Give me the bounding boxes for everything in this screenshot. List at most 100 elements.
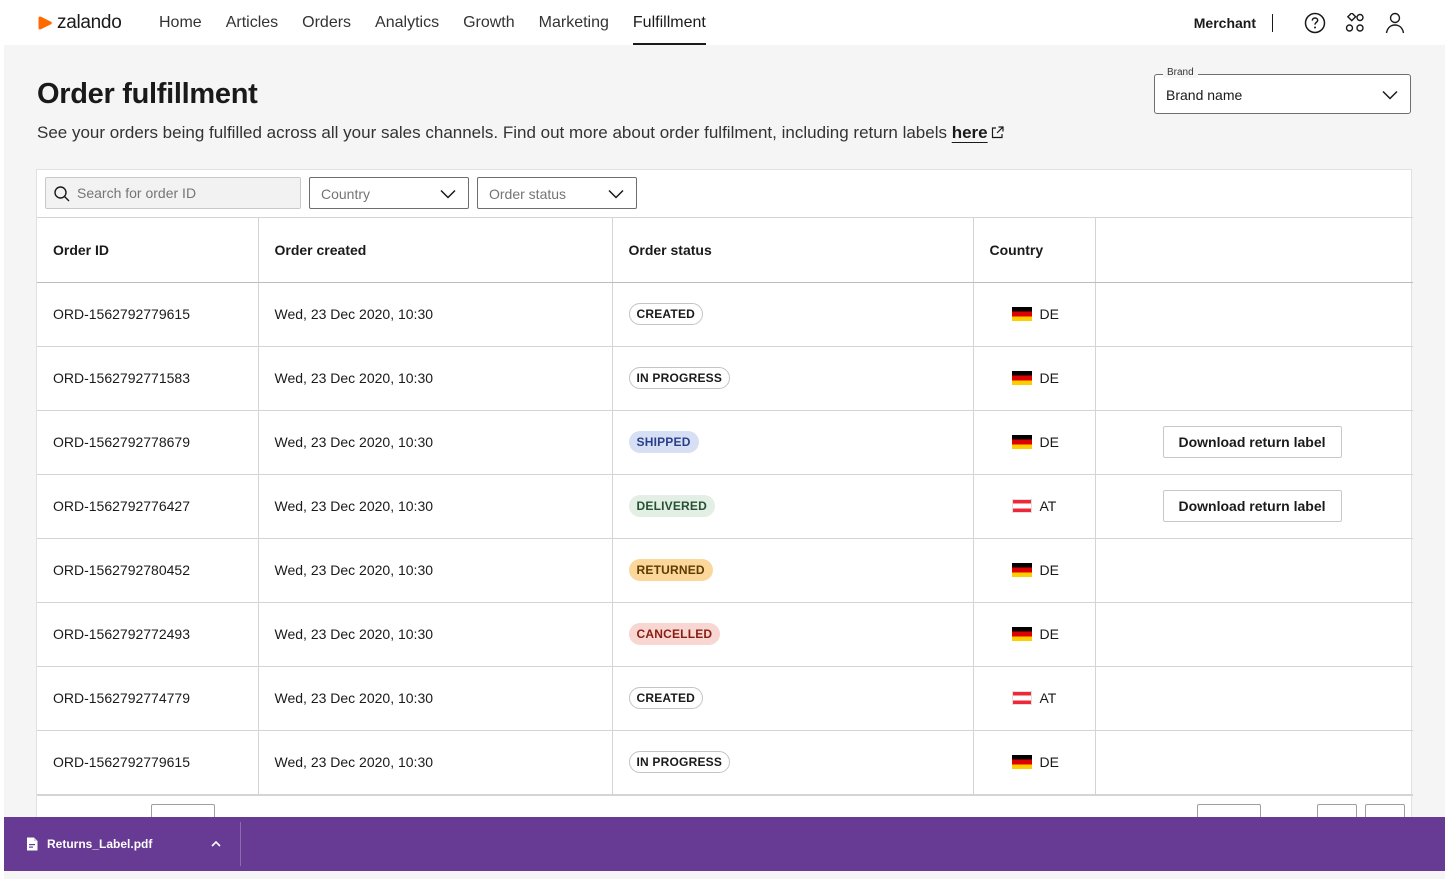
status-badge: IN PROGRESS — [628, 751, 731, 773]
nav-item-articles[interactable]: Articles — [226, 0, 278, 45]
table-row: ORD-1562792771583 Wed, 23 Dec 2020, 10:3… — [37, 346, 1413, 411]
download-bar-divider — [240, 822, 241, 866]
order-created-cell: Wed, 23 Dec 2020, 10:30 — [258, 474, 613, 539]
order-status-cell: IN PROGRESS — [612, 346, 974, 411]
zalando-logo-icon — [38, 16, 52, 30]
order-id-cell: ORD-1562792776427 — [37, 474, 259, 539]
nav-item-home[interactable]: Home — [159, 0, 202, 45]
order-id-cell: ORD-1562792779615 — [37, 730, 259, 795]
status-badge: CREATED — [628, 303, 704, 325]
order-id-cell: ORD-1562792771583 — [37, 346, 259, 411]
app-frame: zalando Home Articles Orders Analytics G… — [4, 0, 1445, 879]
order-created-cell: Wed, 23 Dec 2020, 10:30 — [258, 602, 613, 667]
download-return-label-button[interactable]: Download return label — [1162, 490, 1342, 522]
top-navigation: zalando Home Articles Orders Analytics G… — [4, 0, 1445, 45]
order-status-cell: RETURNED — [612, 538, 974, 603]
country-filter-dropdown[interactable]: Country — [309, 177, 469, 209]
brand-select[interactable]: Brand Brand name — [1154, 67, 1411, 114]
order-id-cell: ORD-1562792779615 — [37, 282, 259, 347]
help-icon[interactable] — [1303, 11, 1327, 35]
germany-flag-icon — [1011, 307, 1032, 321]
zalando-logo[interactable]: zalando — [37, 11, 122, 35]
action-cell: Download return label — [1095, 474, 1413, 539]
order-status-cell: CREATED — [612, 282, 974, 347]
chevron-up-icon[interactable] — [210, 838, 222, 850]
action-cell — [1095, 666, 1413, 731]
action-cell — [1095, 282, 1413, 347]
order-status-cell: IN PROGRESS — [612, 730, 974, 795]
order-status-cell: DELIVERED — [612, 474, 974, 539]
chevron-down-icon — [1382, 90, 1398, 100]
main-nav: Home Articles Orders Analytics Growth Ma… — [159, 0, 730, 45]
country-code: DE — [1039, 434, 1059, 450]
fulfilment-info-link[interactable]: here — [952, 123, 988, 142]
column-header-order-id[interactable]: Order ID — [37, 218, 259, 283]
table-row: ORD-1562792779615 Wed, 23 Dec 2020, 10:3… — [37, 730, 1413, 795]
order-id-cell: ORD-1562792780452 — [37, 538, 259, 603]
page-subtitle: See your orders being fulfilled across a… — [37, 123, 1004, 143]
order-created-cell: Wed, 23 Dec 2020, 10:30 — [258, 282, 613, 347]
table-row: ORD-1562792780452 Wed, 23 Dec 2020, 10:3… — [37, 538, 1413, 603]
country-cell: DE — [973, 410, 1096, 475]
nav-item-growth[interactable]: Growth — [463, 0, 515, 45]
status-badge: CANCELLED — [628, 623, 721, 645]
country-cell: DE — [973, 602, 1096, 667]
status-badge: DELIVERED — [628, 495, 715, 517]
table-header-row: Order ID Order created Order status Coun… — [37, 218, 1413, 283]
country-code: DE — [1039, 562, 1059, 578]
action-cell: Download return label — [1095, 410, 1413, 475]
apps-icon[interactable] — [1343, 11, 1367, 35]
filter-bar: Country Order status — [37, 170, 1413, 218]
order-id-cell: ORD-1562792772493 — [37, 602, 259, 667]
country-cell: DE — [973, 538, 1096, 603]
order-created-cell: Wed, 23 Dec 2020, 10:30 — [258, 666, 613, 731]
page-title: Order fulfillment — [37, 78, 258, 110]
merchant-account-label[interactable]: Merchant — [1194, 15, 1256, 31]
search-field[interactable] — [45, 177, 301, 209]
user-icon[interactable] — [1383, 11, 1407, 35]
table-row: ORD-1562792772493 Wed, 23 Dec 2020, 10:3… — [37, 602, 1413, 667]
pdf-file-icon — [27, 837, 38, 851]
order-created-cell: Wed, 23 Dec 2020, 10:30 — [258, 538, 613, 603]
chevron-down-icon — [440, 189, 456, 199]
brand-select-value: Brand name — [1166, 87, 1243, 103]
action-cell — [1095, 602, 1413, 667]
order-status-cell: CANCELLED — [612, 602, 974, 667]
order-id-cell: ORD-1562792774779 — [37, 666, 259, 731]
table-row: ORD-1562792778679 Wed, 23 Dec 2020, 10:3… — [37, 410, 1413, 475]
downloaded-file-name: Returns_Label.pdf — [47, 837, 153, 851]
downloaded-file-item[interactable]: Returns_Label.pdf — [26, 817, 152, 871]
country-code: AT — [1039, 690, 1057, 706]
country-cell: AT — [973, 666, 1096, 731]
austria-flag-icon — [1011, 691, 1032, 705]
table-row: ORD-1562792776427 Wed, 23 Dec 2020, 10:3… — [37, 474, 1413, 539]
country-cell: DE — [973, 346, 1096, 411]
country-code: DE — [1039, 370, 1059, 386]
country-code: DE — [1039, 754, 1059, 770]
status-filter-dropdown[interactable]: Order status — [477, 177, 637, 209]
nav-item-analytics[interactable]: Analytics — [375, 0, 439, 45]
nav-item-orders[interactable]: Orders — [302, 0, 351, 45]
external-link-icon — [991, 126, 1004, 139]
germany-flag-icon — [1011, 563, 1032, 577]
germany-flag-icon — [1011, 755, 1032, 769]
status-badge: CREATED — [628, 687, 704, 709]
column-header-actions — [1095, 218, 1413, 283]
orders-card: Country Order status Order ID Order crea… — [36, 169, 1413, 869]
action-cell — [1095, 346, 1413, 411]
country-code: DE — [1039, 626, 1059, 642]
nav-item-marketing[interactable]: Marketing — [539, 0, 609, 45]
search-icon — [54, 186, 70, 202]
order-created-cell: Wed, 23 Dec 2020, 10:30 — [258, 410, 613, 475]
column-header-order-status[interactable]: Order status — [612, 218, 974, 283]
column-header-order-created[interactable]: Order created — [258, 218, 613, 283]
status-filter-label: Order status — [489, 186, 567, 202]
country-filter-label: Country — [321, 186, 371, 202]
nav-item-fulfillment[interactable]: Fulfillment — [632, 0, 706, 45]
search-input[interactable] — [77, 178, 297, 208]
action-cell — [1095, 730, 1413, 795]
column-header-country[interactable]: Country — [973, 218, 1096, 283]
country-cell: DE — [973, 730, 1096, 795]
country-cell: DE — [973, 282, 1096, 347]
download-return-label-button[interactable]: Download return label — [1162, 426, 1342, 458]
